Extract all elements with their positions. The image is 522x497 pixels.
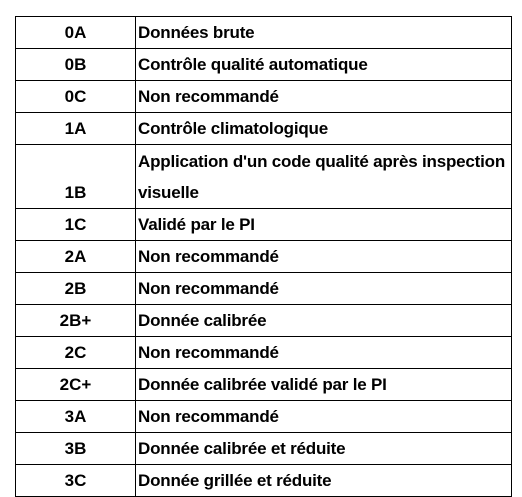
description-cell: Non recommandé [135,336,512,369]
description-cell: Validé par le PI [135,208,512,241]
code-cell: 1C [15,208,136,241]
table-row: 0B Contrôle qualité automatique [15,48,512,81]
code-cell: 2A [15,240,136,273]
description-cell: Données brute [135,16,512,49]
code-cell: 0C [15,80,136,113]
table-row: 3A Non recommandé [15,400,512,433]
code-cell: 3B [15,432,136,465]
quality-code-table-body: 0A Données brute 0B Contrôle qualité aut… [15,16,512,497]
description-cell: Donnée grillée et réduite [135,464,512,497]
table-row: 0A Données brute [15,16,512,49]
table-row: 2B Non recommandé [15,272,512,305]
description-cell: Non recommandé [135,272,512,305]
table-row: 2C Non recommandé [15,336,512,369]
code-cell: 1A [15,112,136,145]
description-cell: Non recommandé [135,240,512,273]
code-cell: 3C [15,464,136,497]
table-row: 1A Contrôle climatologique [15,112,512,145]
description-cell: Donnée calibrée [135,304,512,337]
code-cell: 1B [15,144,136,209]
description-cell: Non recommandé [135,400,512,433]
table-row: 3B Donnée calibrée et réduite [15,432,512,465]
table-row: 3C Donnée grillée et réduite [15,464,512,497]
description-cell: Donnée calibrée validé par le PI [135,368,512,401]
table-row: 2C+ Donnée calibrée validé par le PI [15,368,512,401]
code-cell: 0B [15,48,136,81]
code-cell: 2B+ [15,304,136,337]
code-cell: 2C [15,336,136,369]
code-cell: 2B [15,272,136,305]
description-cell: Contrôle climatologique [135,112,512,145]
table-row: 1B Application d'un code qualité après i… [15,144,512,209]
code-cell: 2C+ [15,368,136,401]
code-cell: 3A [15,400,136,433]
table-row: 2A Non recommandé [15,240,512,273]
description-cell: Contrôle qualité automatique [135,48,512,81]
quality-code-table: 0A Données brute 0B Contrôle qualité aut… [15,16,512,497]
description-cell: Donnée calibrée et réduite [135,432,512,465]
table-row: 1C Validé par le PI [15,208,512,241]
code-cell: 0A [15,16,136,49]
table-row: 0C Non recommandé [15,80,512,113]
description-cell: Non recommandé [135,80,512,113]
description-cell: Application d'un code qualité après insp… [135,144,512,209]
table-row: 2B+ Donnée calibrée [15,304,512,337]
